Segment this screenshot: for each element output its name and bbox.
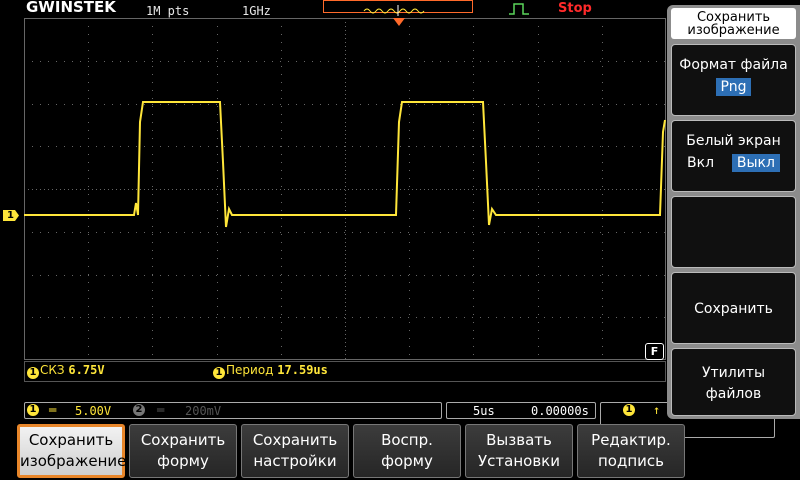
softkey-save-image[interactable]: Сохранить изображение [17, 424, 127, 478]
softkey-line1: Редактир. [591, 431, 671, 449]
softkey-save-waveform[interactable]: Сохранить форму [129, 424, 237, 478]
measurement-value: 6.75V [68, 363, 105, 377]
file-utilities-label: Утилиты файлов [701, 365, 766, 402]
dc-coupling-icon: ═ [49, 403, 57, 417]
ch1-scale: 5.00V [75, 404, 112, 418]
dc-coupling-icon: ═ [157, 403, 165, 417]
ch2-scale: 200mV [185, 404, 222, 418]
timebase-scale: 5us [473, 404, 495, 418]
measurement-value: 17.59us [277, 363, 328, 377]
file-format-value: Png [715, 78, 752, 96]
softkey-line2: форму [157, 452, 209, 470]
softkey-line2: настройки [253, 452, 337, 470]
measurement-rms: 1 СКЗ 6.75V [27, 363, 105, 379]
fine-indicator: F [645, 343, 664, 360]
overview-waveform-icon [363, 5, 425, 16]
measurement-bar [24, 361, 666, 382]
ch1-badge-icon: 1 [623, 404, 635, 416]
sample-rate: 1GHz [242, 4, 271, 18]
save-button[interactable]: Сохранить [671, 272, 796, 344]
file-format-label: Формат файла [679, 57, 788, 73]
softkey-line1: Сохранить [28, 431, 114, 449]
channel-status[interactable]: 1 ═ 5.00V 2 ═ 200mV [24, 402, 442, 419]
softkey-line1: Сохранить [140, 431, 226, 449]
softkey-line2: форму [381, 452, 433, 470]
ch1-badge-icon: 1 [213, 367, 225, 379]
ch1-badge-icon: 1 [27, 367, 39, 379]
memory-depth: 1M pts [146, 4, 190, 18]
softkey-line2: подпись [598, 452, 664, 470]
ch1-waveform [24, 101, 666, 228]
side-empty-button[interactable] [671, 196, 796, 268]
white-screen-button[interactable]: Белый экран Вкл Выкл [671, 120, 796, 192]
waveform-overview [323, 0, 473, 16]
white-screen-off: Выкл [731, 154, 780, 172]
waveform-display[interactable] [24, 18, 666, 360]
white-screen-on: Вкл [687, 155, 715, 171]
horizontal-position: 0.00000s [531, 404, 589, 418]
softkey-line1: Вызвать [486, 431, 552, 449]
timebase-status[interactable]: 5us 0.00000s [446, 402, 596, 419]
softkey-save-setup[interactable]: Сохранить настройки [241, 424, 349, 478]
measurement-label: Период [226, 363, 274, 377]
softkey-recall-setup[interactable]: Вызвать Установки [465, 424, 573, 478]
ch1-ground-marker[interactable]: 1 [3, 210, 19, 221]
white-screen-label: Белый экран [686, 133, 781, 149]
brand-logo: GWINSTEK [26, 0, 116, 16]
side-menu-title: Сохранить изображение [671, 8, 796, 39]
softkey-line2: Установки [478, 452, 560, 470]
rising-edge-icon: ↑ [653, 403, 661, 417]
trigger-position-icon[interactable] [393, 18, 405, 26]
ch1-badge-icon: 1 [27, 404, 39, 416]
softkey-edit-label[interactable]: Редактир. подпись [577, 424, 685, 478]
softkey-line1: Сохранить [252, 431, 338, 449]
side-menu: Сохранить изображение Формат файла Png Б… [667, 5, 800, 419]
file-utilities-button[interactable]: Утилиты файлов [671, 348, 796, 416]
measurement-label: СКЗ [40, 363, 65, 377]
file-format-button[interactable]: Формат файла Png [671, 44, 796, 116]
softkey-recall-waveform[interactable]: Воспр. форму [353, 424, 461, 478]
run-stop-status: Stop [558, 1, 592, 16]
ch2-badge-icon: 2 [133, 404, 145, 416]
softkey-line2: изображение [20, 452, 127, 470]
save-label: Сохранить [694, 301, 773, 317]
softkey-line1: Воспр. [381, 431, 433, 449]
trigger-edge-icon [509, 3, 529, 15]
measurement-period: 1 Период 17.59us [213, 363, 328, 379]
